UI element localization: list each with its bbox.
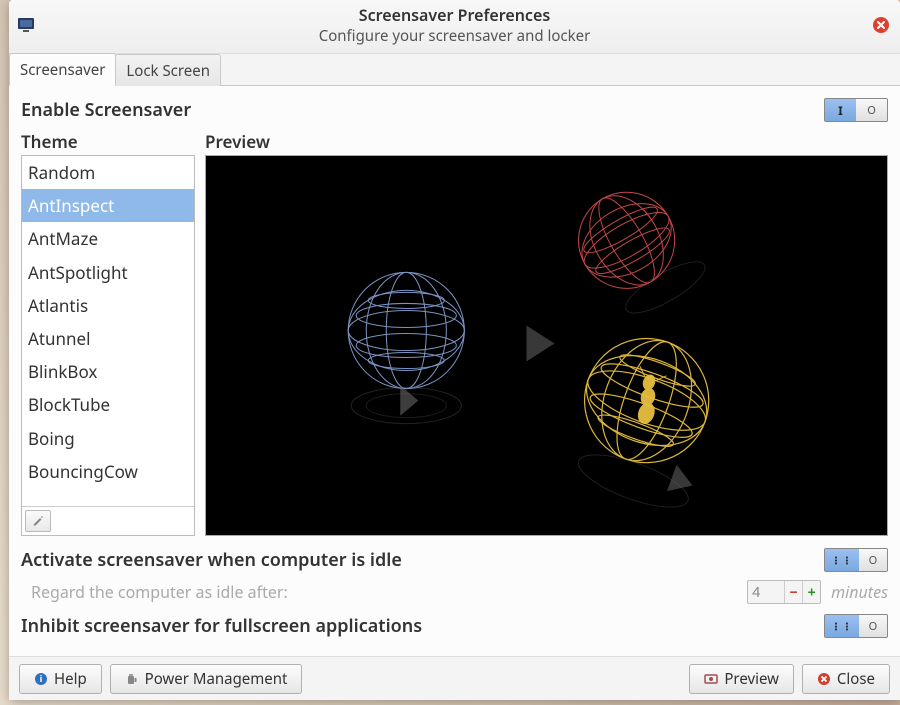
regard-idle-label: Regard the computer as idle after: [31, 581, 288, 603]
theme-item[interactable]: Boing [22, 422, 194, 455]
preview-label: Preview [724, 669, 779, 689]
preview-area [205, 155, 888, 536]
enable-label: Enable Screensaver [21, 98, 191, 122]
theme-item[interactable]: BouncingCow [22, 455, 194, 488]
idle-minutes-input[interactable] [748, 582, 784, 603]
theme-settings-button[interactable] [25, 510, 51, 532]
preferences-window: Screensaver Preferences Configure your s… [9, 0, 900, 700]
toggle-off-glyph: O [869, 553, 878, 568]
tab-lock-screen[interactable]: Lock Screen [115, 54, 221, 86]
activate-idle-label: Activate screensaver when computer is id… [21, 548, 402, 572]
settings-icon [32, 512, 44, 531]
theme-list[interactable]: RandomAntInspectAntMazeAntSpotlightAtlan… [21, 155, 195, 536]
close-label: Close [837, 669, 875, 689]
monitor-icon [17, 16, 35, 34]
inhibit-toggle[interactable]: ⋮⋮ O [824, 614, 888, 638]
titlebar: Screensaver Preferences Configure your s… [9, 0, 900, 54]
footer: i Help Power Management Preview Close [9, 656, 900, 700]
preview-header: Preview [205, 130, 888, 153]
power-label: Power Management [145, 669, 288, 689]
close-window-icon[interactable] [872, 16, 890, 34]
plus-icon[interactable]: + [802, 581, 820, 603]
inhibit-label: Inhibit screensaver for fullscreen appli… [21, 614, 422, 638]
svg-text:i: i [40, 672, 43, 685]
toggle-off-glyph: O [867, 103, 876, 118]
window-title: Screensaver Preferences [319, 6, 591, 25]
close-icon [817, 672, 831, 686]
toggle-on-glyph: I [838, 102, 843, 119]
help-button[interactable]: i Help [19, 664, 102, 694]
help-label: Help [54, 669, 87, 689]
theme-item[interactable]: BlockTube [22, 388, 194, 421]
window-subtitle: Configure your screensaver and locker [319, 26, 591, 47]
theme-item[interactable]: Random [22, 156, 194, 189]
content: Enable Screensaver I O Theme RandomAntIn… [9, 86, 900, 656]
toggle-off-glyph: O [869, 619, 878, 634]
theme-item[interactable]: AntMaze [22, 222, 194, 255]
activate-idle-toggle[interactable]: ⋮⋮ O [824, 548, 888, 572]
help-icon: i [34, 672, 48, 686]
theme-item[interactable]: AntInspect [22, 189, 194, 222]
power-icon [125, 672, 139, 686]
close-button[interactable]: Close [802, 664, 890, 694]
preview-icon [704, 672, 718, 686]
toggle-handle-icon: ⋮⋮ [831, 619, 853, 633]
idle-minutes-spinner[interactable]: − + [747, 580, 821, 604]
theme-item[interactable]: Atunnel [22, 322, 194, 355]
tab-screensaver[interactable]: Screensaver [9, 53, 116, 86]
theme-header: Theme [21, 130, 195, 153]
theme-item[interactable]: Atlantis [22, 289, 194, 322]
minutes-unit: minutes [831, 581, 888, 603]
theme-item[interactable]: BlinkBox [22, 355, 194, 388]
theme-item[interactable]: AntSpotlight [22, 256, 194, 289]
preview-button[interactable]: Preview [689, 664, 794, 694]
minus-icon[interactable]: − [784, 581, 802, 603]
power-management-button[interactable]: Power Management [110, 664, 303, 694]
enable-toggle[interactable]: I O [824, 98, 888, 122]
toggle-handle-icon: ⋮⋮ [831, 553, 853, 567]
tabs: Screensaver Lock Screen [9, 54, 900, 86]
